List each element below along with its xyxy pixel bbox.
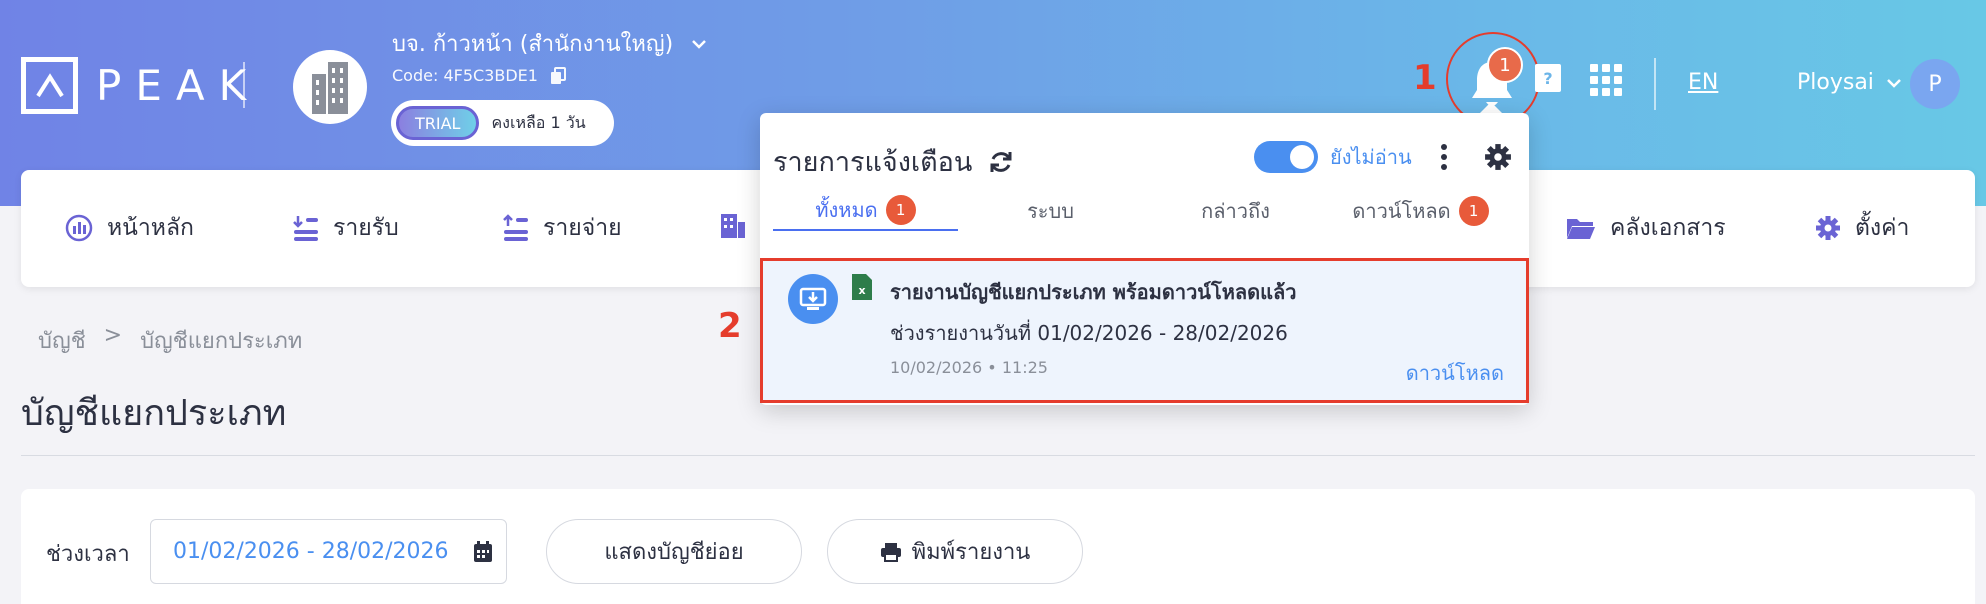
- excel-file-icon: x: [852, 274, 872, 300]
- logo-text: PEAK: [96, 61, 261, 110]
- more-options-icon[interactable]: [1440, 144, 1448, 170]
- period-label: ช่วงเวลา: [46, 542, 130, 567]
- nav-item-expense[interactable]: รายจ่าย: [503, 210, 622, 246]
- breadcrumb: บัญชี > บัญชีแยกประเภท: [38, 323, 302, 358]
- nav-item-settings[interactable]: ตั้งค่า: [1815, 210, 1909, 246]
- company-name: บจ. ก้าวหน้า (สำนักงานใหญ่): [392, 32, 674, 57]
- tab-badge: 1: [885, 195, 916, 225]
- nav-item-documents[interactable]: คลังเอกสาร: [1566, 210, 1726, 246]
- gear-icon[interactable]: [1484, 143, 1512, 171]
- print-report-label: พิมพ์รายงาน: [911, 540, 1031, 565]
- notification-count-badge: 1: [1487, 47, 1523, 83]
- trial-badge: TRIAL: [396, 106, 480, 140]
- chevron-down-icon: [692, 39, 707, 49]
- print-report-button[interactable]: พิมพ์รายงาน: [827, 519, 1083, 584]
- date-range-input[interactable]: [173, 539, 463, 564]
- unread-filter[interactable]: ยังไม่อ่าน: [1254, 141, 1412, 173]
- svg-text:x: x: [858, 284, 865, 297]
- nav-item-income[interactable]: รายรับ: [293, 210, 399, 246]
- chevron-down-icon: [1887, 78, 1901, 88]
- tab-label: ดาวน์โหลด: [1352, 199, 1451, 223]
- page-title: บัญชีแยกประเภท: [21, 393, 287, 434]
- annotation-step-2: 2: [718, 306, 742, 346]
- dashboard-icon: [65, 214, 93, 242]
- nav-label: คลังเอกสาร: [1610, 215, 1726, 241]
- user-name: Ploysai: [1797, 70, 1874, 95]
- date-range-field[interactable]: [150, 519, 507, 584]
- tab-downloads[interactable]: ดาวน์โหลด 1: [1328, 191, 1513, 231]
- notification-item[interactable]: x รายงานบัญชีแยกประเภท พร้อมดาวน์โหลดแล้…: [760, 258, 1529, 403]
- calendar-icon[interactable]: [473, 540, 493, 563]
- company-building-icon[interactable]: [293, 50, 367, 124]
- copy-icon[interactable]: [550, 66, 566, 85]
- refresh-icon[interactable]: [988, 149, 1014, 175]
- notification-panel-header: รายการแจ้งเตือน: [773, 140, 1014, 183]
- breadcrumb-separator: >: [103, 323, 123, 348]
- peak-logo[interactable]: PEAK: [21, 57, 260, 114]
- nav-label: รายรับ: [333, 215, 399, 241]
- company-code-text: Code: 4F5C3BDE1: [392, 66, 538, 85]
- apps-grid-icon[interactable]: [1590, 64, 1622, 100]
- svg-text:?: ?: [1543, 69, 1552, 88]
- logo-mark: [21, 57, 78, 114]
- avatar[interactable]: P: [1910, 59, 1960, 109]
- printer-icon: [880, 542, 901, 562]
- nav-item-home[interactable]: หน้าหลัก: [65, 210, 194, 246]
- show-sub-accounts-button[interactable]: แสดงบัญชีย่อย: [546, 519, 802, 584]
- breadcrumb-root[interactable]: บัญชี: [38, 323, 86, 358]
- tab-label: ระบบ: [1027, 199, 1074, 223]
- tab-label: ทั้งหมด: [815, 198, 878, 222]
- tab-all[interactable]: ทั้งหมด 1: [773, 191, 958, 231]
- notification-description: ช่วงรายงานวันที่ 01/02/2026 - 28/02/2026: [890, 321, 1288, 345]
- building-icon: [721, 214, 745, 238]
- download-link[interactable]: ดาวน์โหลด: [1406, 357, 1504, 389]
- unread-toggle-label: ยังไม่อ่าน: [1330, 145, 1412, 169]
- tab-system[interactable]: ระบบ: [958, 191, 1143, 231]
- expense-icon: [503, 214, 528, 241]
- tab-badge: 1: [1458, 196, 1489, 226]
- trial-remaining: คงเหลือ 1 วัน: [491, 112, 586, 132]
- unread-toggle[interactable]: [1254, 141, 1318, 173]
- user-menu[interactable]: Ploysai: [1797, 70, 1902, 95]
- gear-icon: [1816, 216, 1840, 240]
- annotation-step-1: 1: [1413, 58, 1437, 98]
- notification-panel-title: รายการแจ้งเตือน: [773, 147, 973, 178]
- tab-mentions[interactable]: กล่าวถึง: [1143, 191, 1328, 231]
- nav-label: ตั้งค่า: [1855, 215, 1910, 241]
- tab-label: กล่าวถึง: [1201, 199, 1270, 223]
- download-icon: [788, 274, 838, 324]
- nav-label: รายจ่าย: [543, 215, 622, 241]
- company-selector[interactable]: บจ. ก้าวหน้า (สำนักงานใหญ่): [392, 26, 707, 61]
- folder-icon: [1567, 219, 1595, 239]
- header-divider-right: [1654, 58, 1656, 110]
- company-code: Code: 4F5C3BDE1: [392, 66, 566, 85]
- nav-label: หน้าหลัก: [107, 215, 194, 241]
- header-divider: [243, 62, 245, 108]
- breadcrumb-current: บัญชีแยกประเภท: [140, 329, 303, 354]
- income-icon: [293, 216, 318, 241]
- trial-status[interactable]: TRIAL คงเหลือ 1 วัน: [391, 100, 614, 146]
- language-switch[interactable]: EN: [1688, 70, 1718, 95]
- title-divider: [21, 455, 1975, 456]
- nav-item-assets[interactable]: [720, 210, 746, 238]
- help-book-icon[interactable]: ?: [1533, 62, 1563, 100]
- notification-time: 10/02/2026 • 11:25: [890, 358, 1048, 377]
- notification-title: รายงานบัญชีแยกประเภท พร้อมดาวน์โหลดแล้ว: [890, 280, 1297, 304]
